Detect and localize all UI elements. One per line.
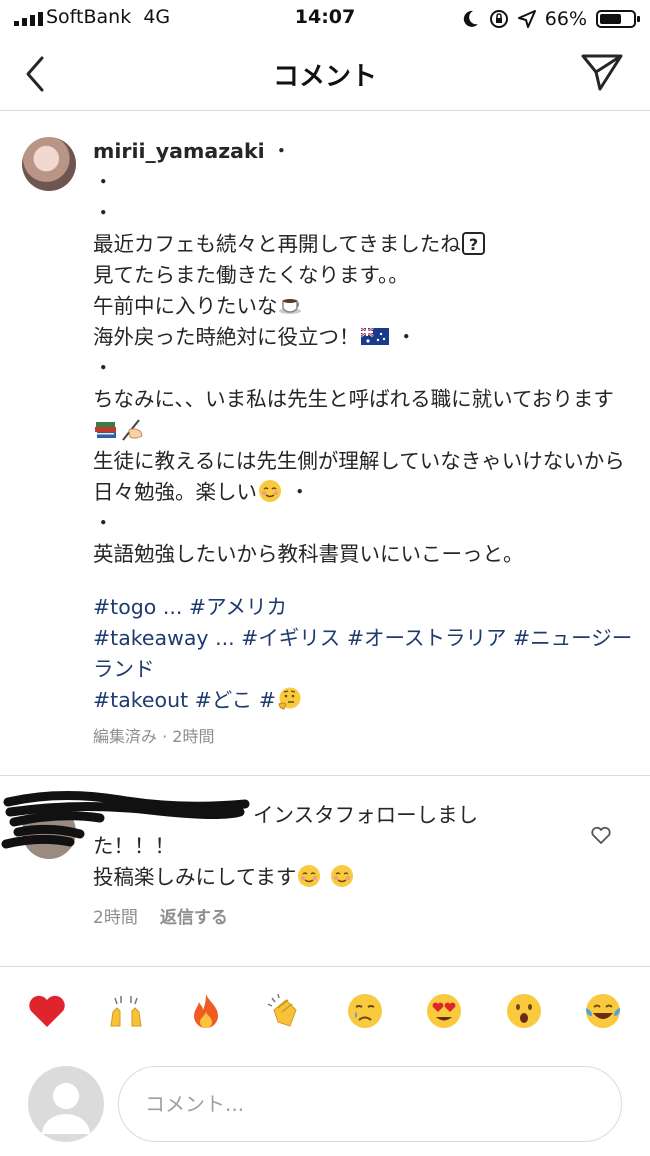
heart-outline-icon[interactable] [590, 824, 612, 846]
post-caption: mirii_yamazaki ・ ・ ・ 最近カフェも続々と再開してきましたね?… [0, 110, 650, 776]
comment-text: インスタフォローしまし [253, 803, 479, 827]
caption-line: 生徒に教えるには先生側が理解していなきゃいけないから日々勉強。楽しい [93, 449, 625, 504]
tears-of-joy-icon[interactable] [582, 990, 624, 1032]
caption-line: 英語勉強したいから教科書買いにいこーっと。 [93, 542, 524, 566]
reply-button[interactable]: 返信する [160, 907, 228, 929]
clapping-hands-icon[interactable] [264, 990, 306, 1032]
caption-line: ・ [93, 170, 114, 194]
caption-line: 午前中に入りたいな [93, 294, 278, 318]
caption-line: 最近カフェも続々と再開してきましたね [93, 232, 461, 256]
username-link[interactable]: mirii_yamazaki [93, 139, 265, 163]
default-avatar-icon [42, 1083, 90, 1134]
nav-bar: コメント [0, 38, 650, 111]
comment-meta: 2時間 返信する [93, 907, 523, 929]
red-heart-icon[interactable] [26, 990, 68, 1032]
battery-percent: 66% [544, 8, 587, 30]
caption-line: ・ [93, 201, 114, 225]
my-avatar [28, 1066, 104, 1142]
smiling-face-icon [259, 480, 281, 502]
surprised-face-icon[interactable] [503, 990, 545, 1032]
raising-hands-icon[interactable] [105, 990, 147, 1032]
books-icon [95, 422, 116, 438]
reaction-bar [0, 990, 650, 1036]
page-title: コメント [272, 62, 377, 92]
coffee-icon [278, 299, 301, 314]
hashtag-line[interactable]: #togo ... #アメリカ [93, 592, 633, 623]
comment-item: インスタフォローしまし た！！！ 投稿楽しみにしてます 2時間 返信する [0, 776, 650, 967]
smiling-face-icon [298, 865, 321, 887]
australia-flag-icon [359, 326, 389, 345]
location-icon [517, 10, 536, 28]
fire-icon[interactable] [185, 990, 227, 1032]
question-box-icon: ? [461, 232, 485, 255]
caption-body: mirii_yamazaki ・ ・ ・ 最近カフェも続々と再開してきましたね?… [93, 136, 633, 748]
hashtag-line[interactable]: #takeout #どこ # [93, 688, 276, 712]
writing-hand-icon [122, 419, 143, 441]
comment-text: 投稿楽しみにしてます [93, 865, 297, 889]
heart-eyes-icon[interactable] [423, 990, 465, 1032]
comment-input[interactable] [118, 1066, 622, 1142]
caption-dot: ・ [264, 139, 292, 163]
moon-icon [463, 10, 478, 27]
thinking-face-icon [278, 687, 301, 710]
caption-line: ちなみに、、いま私は先生と呼ばれる職に就いております [93, 387, 614, 411]
caption-dot: ・ [283, 480, 311, 504]
caption-line: 見てたらまた働きたくなります。。 [93, 263, 409, 287]
comment-text: た！！！ [93, 834, 175, 858]
caption-dot: ・ [389, 325, 417, 349]
paper-plane-icon[interactable] [580, 52, 624, 92]
caption-line: ・ [93, 356, 114, 380]
smiling-face-icon [330, 865, 353, 887]
battery-level [600, 14, 622, 24]
svg-text:?: ? [469, 235, 478, 254]
rotation-lock-icon [489, 10, 508, 28]
hashtag-line[interactable]: #takeaway ... #イギリス #オーストラリア #ニュージーランド [93, 623, 633, 685]
crying-face-icon[interactable] [344, 990, 386, 1032]
caption-meta: 編集済み · 2時間 [93, 727, 215, 746]
caption-line: 海外戻った時絶対に役立つ！ [93, 325, 360, 349]
battery-icon [596, 10, 640, 28]
status-bar: SoftBank 4G 14:07 66% [0, 0, 650, 38]
comment-time: 2時間 [93, 908, 138, 928]
status-right: 66% [460, 6, 640, 32]
caption-line: ・ [93, 511, 114, 535]
avatar[interactable] [22, 137, 76, 191]
comment-body: インスタフォローしまし た！！！ 投稿楽しみにしてます 2時間 返信する [93, 800, 523, 929]
